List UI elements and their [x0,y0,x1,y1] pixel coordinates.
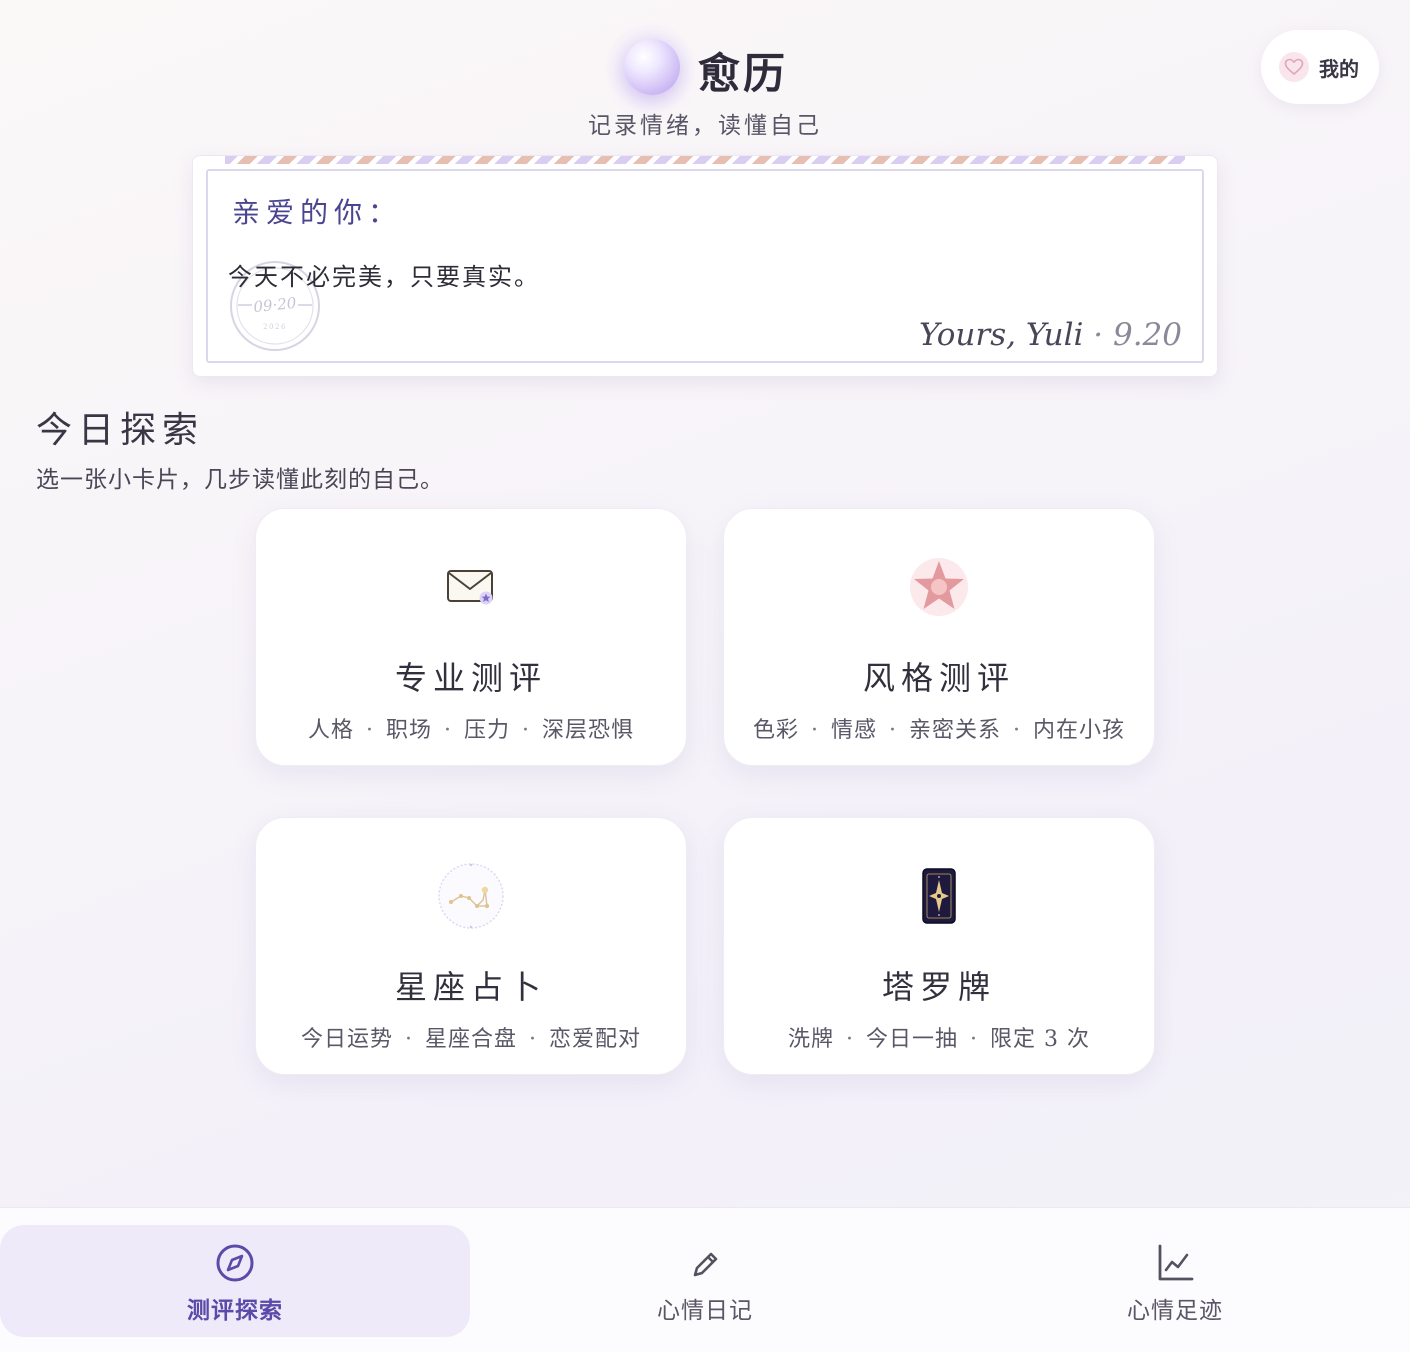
card-tags: 今日运势 · 星座合盘 · 恋爱配对 [300,1027,642,1052]
card-title: 星座占卜 [394,968,547,1006]
nav-item-diary[interactable]: 心情日记 [470,1225,940,1337]
card-horoscope[interactable]: 星座占卜 今日运势 · 星座合盘 · 恋爱配对 [255,817,687,1075]
compass-icon [216,1244,254,1282]
card-tag: 恋爱配对 [549,1027,642,1052]
postmark-date: 09·20 [253,294,298,316]
me-button[interactable]: 我的 [1261,30,1379,104]
logo-orb [624,39,680,95]
card-tags: 洗牌 · 今日一抽 · 限定 3 次 [787,1027,1090,1052]
card-tag: 今日一抽 [866,1027,959,1052]
card-title: 风格测评 [862,659,1015,697]
card-tag: 深层恐惧 [542,718,635,743]
nav-label: 心情日记 [657,1298,753,1324]
postmark-year: 2026 [263,323,287,331]
card-tarot[interactable]: 塔罗牌 洗牌 · 今日一抽 · 限定 3 次 [723,817,1155,1075]
letter-frame: 亲爱的你： 09·20 2026 今天不必完美，只要真实。 Yours, Yul… [206,169,1204,363]
star-icon [903,551,975,623]
card-tags: 人格 · 职场 · 压力 · 深层恐惧 [307,718,635,743]
bottom-nav: 测评探索 心情日记 心情足迹 [0,1207,1410,1352]
me-label: 我的 [1319,56,1359,81]
card-tag: 人格 [307,718,354,743]
line-chart-icon [1158,1244,1194,1281]
card-tag: 今日运势 [300,1027,393,1052]
card-tag: 情感 [830,718,877,743]
card-style-assessment[interactable]: 风格测评 色彩 · 情感 · 亲密关系 · 内在小孩 [723,508,1155,766]
tarot-card-icon [903,860,975,932]
airmail-border [225,156,1185,164]
nav-item-footprints[interactable]: 心情足迹 [940,1225,1410,1337]
signature-name: Yours, Yuli [919,317,1084,353]
card-tag: 限定 3 次 [990,1027,1090,1052]
letter-body: 今天不必完美，只要真实。 [228,263,540,291]
card-tags: 色彩 · 情感 · 亲密关系 · 内在小孩 [752,718,1126,743]
app-header: 愈历 记录情绪，读懂自己 我的 [0,0,1410,150]
daily-letter-card: 亲爱的你： 09·20 2026 今天不必完美，只要真实。 Yours, Yul… [192,155,1218,377]
letter-salutation: 亲爱的你： [232,196,403,229]
card-tag: 洗牌 [787,1027,834,1052]
app-subtitle: 记录情绪，读懂自己 [588,113,822,139]
card-tag: 职场 [385,718,432,743]
nav-label: 心情足迹 [1127,1298,1223,1324]
card-tag: 内在小孩 [1033,718,1126,743]
signature-date: · 9.20 [1083,317,1182,353]
heart-icon [1279,52,1309,82]
card-title: 专业测评 [394,659,547,697]
card-tag: 亲密关系 [909,718,1002,743]
section-subtitle: 选一张小卡片，几步读懂此刻的自己。 [36,467,444,493]
app-title: 愈历 [698,49,789,98]
envelope-icon [435,551,507,623]
card-tag: 压力 [464,718,511,743]
letter-signature: Yours, Yuli · 9.20 [919,317,1182,353]
card-tag: 星座合盘 [424,1027,517,1052]
pencil-icon [693,1252,718,1277]
constellation-icon [435,860,507,932]
card-tag: 色彩 [752,718,799,743]
nav-label: 测评探索 [187,1298,283,1324]
nav-item-explore[interactable]: 测评探索 [0,1225,470,1337]
card-professional-assessment[interactable]: 专业测评 人格 · 职场 · 压力 · 深层恐惧 [255,508,687,766]
card-title: 塔罗牌 [881,968,996,1006]
section-title: 今日探索 [36,410,205,451]
